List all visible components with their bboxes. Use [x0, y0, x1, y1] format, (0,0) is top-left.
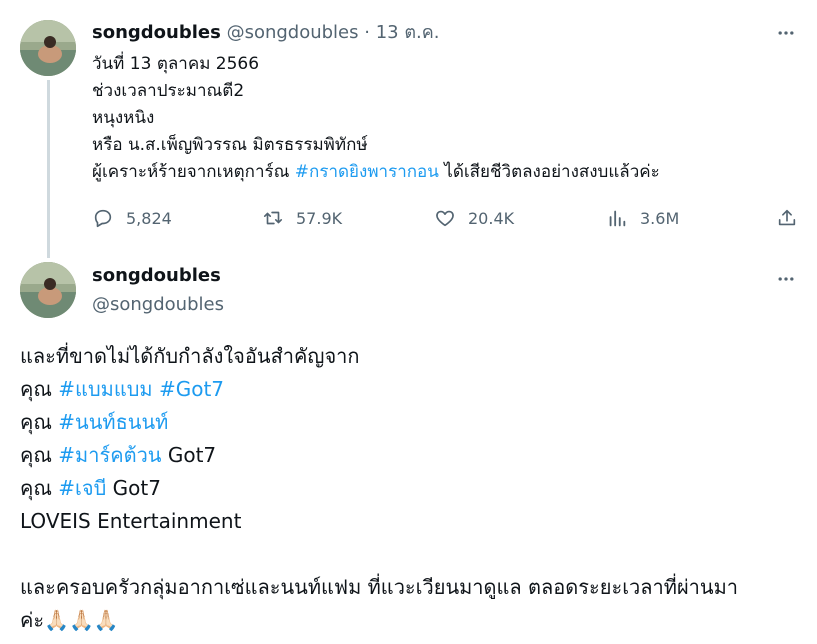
- text: Got7: [106, 476, 161, 500]
- text: คุณ: [20, 476, 59, 500]
- text: Got7: [161, 443, 217, 467]
- text: คุณ: [20, 410, 59, 434]
- text: คุณ: [20, 377, 59, 401]
- tweet-date[interactable]: 13 ต.ค.: [376, 22, 440, 43]
- more-icon: [778, 277, 794, 281]
- separator: ·: [364, 22, 370, 43]
- more-button[interactable]: [775, 268, 797, 290]
- like-icon: [436, 210, 454, 227]
- user-handle[interactable]: @songdoubles: [227, 22, 359, 43]
- avatar[interactable]: [20, 20, 76, 76]
- avatar[interactable]: [20, 262, 76, 318]
- tweet-line: ผู้เคราะห์ร้ายจากเหตุการ์ณ #กราดยิงพาราก…: [92, 159, 660, 186]
- more-icon: [778, 31, 794, 35]
- tweet-line: คุณ #แบมแบม #Got7: [20, 373, 810, 406]
- thread-line: [47, 80, 50, 258]
- reply-button[interactable]: 5,824: [92, 203, 172, 233]
- tweet-line: หนุงหนิง: [92, 108, 155, 128]
- hashtag-link[interactable]: #แบมแบม: [58, 377, 152, 401]
- pray-emoji: 🙏🏻🙏🏻🙏🏻: [44, 608, 119, 632]
- views-count: 3.6M: [640, 208, 680, 228]
- text: ค่ะ: [20, 608, 45, 632]
- tweet-text: วันที่ 13 ตุลาคม 2566 ช่วงเวลาประมาณตี2 …: [92, 51, 660, 186]
- hashtag-link[interactable]: #มาร์คต้วน: [58, 443, 161, 467]
- avatar-image: [20, 20, 76, 76]
- text: ผู้เคราะห์ร้ายจากเหตุการ์ณ: [92, 162, 295, 182]
- more-button[interactable]: [775, 22, 797, 44]
- reply-icon: [94, 209, 112, 228]
- share-icon: [778, 209, 796, 226]
- avatar-image: [20, 262, 76, 318]
- tweet-line: หรือ น.ส.เพ็ญพิวรรณ มิตรธรรมพิทักษ์: [92, 135, 368, 155]
- tweet-line: ค่ะ🙏🏻🙏🏻🙏🏻: [20, 604, 810, 637]
- display-name[interactable]: songdoubles: [92, 264, 221, 288]
- hashtag-link[interactable]: #กราดยิงพารากอน: [295, 162, 439, 182]
- tweet-line: และครอบครัวกลุ่มอากาเซ่และนนท์แฟม ที่แวะ…: [20, 575, 738, 599]
- tweet-line: และที่ขาดไม่ได้กับกำลังใจอันสำคัญจาก: [20, 344, 360, 368]
- text: ได้เสียชีวิตลงอย่างสงบแล้วค่ะ: [438, 162, 660, 182]
- tweet-actions: 5,824 57.9K 20.4K 3.6M: [92, 203, 802, 233]
- like-count: 20.4K: [468, 208, 515, 228]
- share-button[interactable]: [776, 203, 810, 233]
- hashtag-link[interactable]: #นนท์ธนนท์: [58, 410, 168, 434]
- user-handle[interactable]: @songdoubles: [92, 293, 224, 317]
- reply-count: 5,824: [126, 208, 172, 228]
- retweet-button[interactable]: 57.9K: [262, 203, 342, 233]
- tweet-line: วันที่ 13 ตุลาคม 2566: [92, 54, 260, 74]
- tweet-line: คุณ #เจบี Got7: [20, 472, 810, 505]
- views-icon: [609, 210, 626, 227]
- text: คุณ: [20, 443, 59, 467]
- tweet-line: ช่วงเวลาประมาณตี2: [92, 81, 245, 101]
- display-name[interactable]: songdoubles: [92, 22, 221, 43]
- retweet-icon: [263, 211, 283, 225]
- tweet-line: คุณ #มาร์คต้วน Got7: [20, 439, 810, 472]
- like-button[interactable]: 20.4K: [434, 203, 514, 233]
- views-button[interactable]: 3.6M: [606, 203, 679, 233]
- tweet-text: และที่ขาดไม่ได้กับกำลังใจอันสำคัญจาก คุณ…: [20, 340, 810, 637]
- hashtag-link[interactable]: #เจบี: [58, 476, 106, 500]
- tweet-line: คุณ #นนท์ธนนท์: [20, 406, 810, 439]
- hashtag-link[interactable]: #Got7: [159, 377, 224, 401]
- tweet-header: songdoubles @songdoubles · 13 ต.ค.: [92, 21, 440, 45]
- tweet-line: LOVEIS Entertainment: [20, 509, 242, 533]
- retweet-count: 57.9K: [296, 208, 343, 228]
